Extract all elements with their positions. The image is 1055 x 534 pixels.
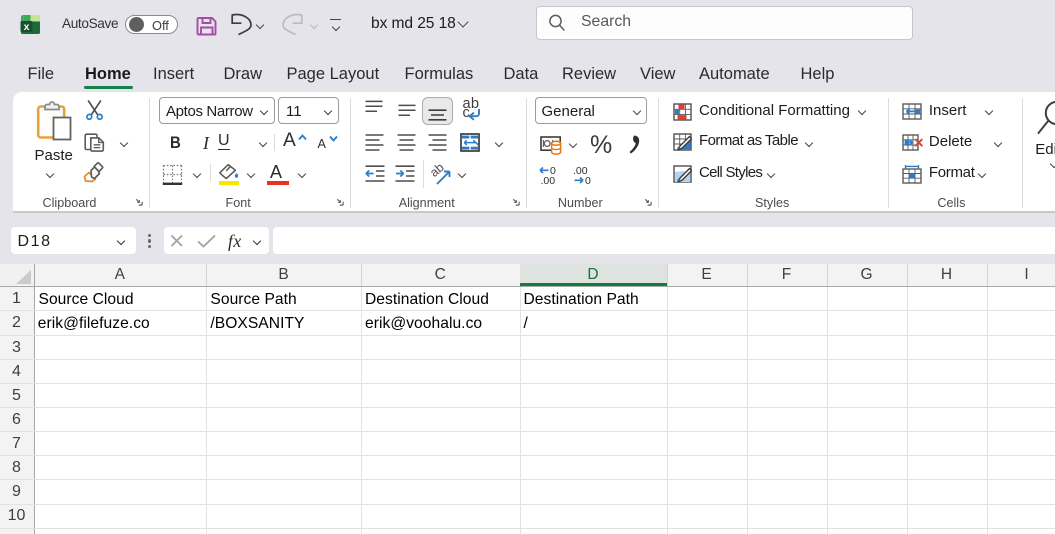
svg-text:.00: .00 [541, 175, 556, 185]
svg-text:0: 0 [585, 175, 591, 185]
svg-text:x: x [23, 21, 29, 33]
